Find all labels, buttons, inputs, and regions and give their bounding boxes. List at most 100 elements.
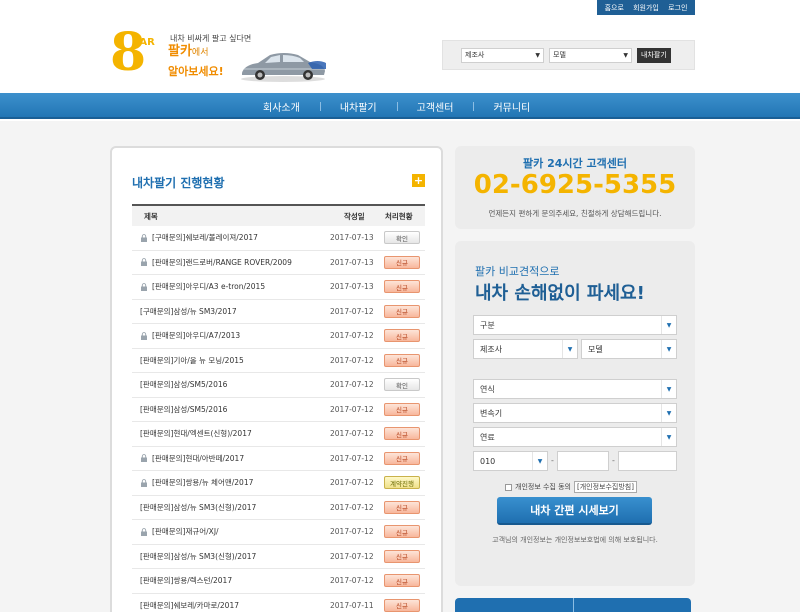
- status-badge: 신규: [384, 500, 420, 514]
- category-select-label: 구분: [480, 320, 495, 330]
- table-row[interactable]: [판매문의]삼성/뉴 SM3(신형)/2017 2017-07-12 신규: [132, 545, 425, 569]
- table-row[interactable]: [판매문의]랜드로버/RANGE ROVER/2009 2017-07-13 신규: [132, 251, 425, 275]
- row-date: 2017-07-12: [330, 576, 374, 586]
- progress-table-header: 제목 작성일 처리현황: [132, 204, 425, 226]
- row-title-text: [판매문의]쌍용/뉴 체어맨/2017: [152, 478, 254, 488]
- row-title[interactable]: [판매문의]쌍용/렉스턴/2017: [140, 575, 232, 586]
- year-select[interactable]: 연식 ▼: [473, 379, 677, 399]
- slogan-line1: 내차 비싸게 팔고 싶다면: [170, 34, 252, 43]
- progress-title: 내차팔기 진행현황: [132, 176, 225, 190]
- model-select-label: 모델: [588, 344, 603, 354]
- more-plus-icon[interactable]: +: [412, 174, 425, 187]
- model-select[interactable]: 모델 ▼: [581, 339, 677, 359]
- table-row[interactable]: [판매문의]삼성/뉴 SM3(신형)/2017 2017-07-12 신규: [132, 496, 425, 520]
- privacy-agree: 개인정보 수집 동의 [개인정보수집방침]: [505, 481, 637, 493]
- transmission-select[interactable]: 변속기 ▼: [473, 403, 677, 423]
- row-title[interactable]: [판매문의]현대/아반떼/2017: [140, 453, 244, 464]
- nav-item-community[interactable]: 커뮤니티: [473, 93, 550, 119]
- status-badge: 신규: [384, 427, 420, 441]
- category-select[interactable]: 구분 ▼: [473, 315, 677, 335]
- callcenter-phone[interactable]: 02-6925-5355: [455, 170, 695, 200]
- maker-select-label: 제조사: [480, 344, 503, 354]
- row-title[interactable]: [판매문의]삼성/SM5/2016: [140, 379, 227, 390]
- transmission-select-label: 변속기: [480, 408, 503, 418]
- estimate-submit-button[interactable]: 내차 간편 시세보기: [497, 497, 652, 525]
- row-title[interactable]: [구매문의]쉐보레/볼레이져/2017: [140, 232, 258, 243]
- chevron-down-icon: ▼: [535, 51, 540, 59]
- row-title-text: [판매문의]아우디/A3 e-tron/2015: [152, 282, 266, 292]
- table-row[interactable]: [판매문의]현대/엑센트(신형)/2017 2017-07-12 신규: [132, 422, 425, 447]
- header-sell-button[interactable]: 내차팔기: [637, 47, 671, 63]
- privacy-agree-checkbox[interactable]: [505, 483, 512, 491]
- row-date: 2017-07-12: [330, 306, 374, 316]
- status-badge: 확인: [384, 378, 420, 392]
- row-date: 2017-07-12: [330, 331, 374, 341]
- table-row[interactable]: [판매문의]쌍용/렉스턴/2017 2017-07-12 신규: [132, 569, 425, 594]
- lock-icon: [141, 233, 147, 242]
- fuel-select[interactable]: 연료 ▼: [473, 427, 677, 447]
- row-title-text: [판매문의]삼성/SM5/2016: [140, 404, 228, 414]
- maker-select[interactable]: 제조사 ▼: [473, 339, 578, 359]
- table-row[interactable]: [판매문의]쉐보레/카마로/2017 2017-07-11 신규: [132, 594, 425, 612]
- privacy-policy-link[interactable]: [개인정보수집방침]: [573, 481, 637, 493]
- phone-last-input[interactable]: [618, 451, 677, 471]
- phone-dash-1: -: [551, 456, 554, 465]
- status-badge: 신규: [384, 549, 420, 563]
- status-badge: 계약진행: [384, 476, 420, 490]
- status-badge: 확인: [384, 231, 420, 245]
- table-row[interactable]: [판매문의]아우디/A3 e-tron/2015 2017-07-13 신규: [132, 275, 425, 300]
- nav-item-sell-car[interactable]: 내차팔기: [319, 93, 397, 119]
- bottom-tabs[interactable]: [455, 598, 691, 612]
- table-row[interactable]: [판매문의]현대/아반떼/2017 2017-07-12 신규: [132, 447, 425, 471]
- row-title[interactable]: [판매문의]기아/올 뉴 모닝/2015: [140, 355, 244, 366]
- header-maker-select[interactable]: 제조사 ▼: [461, 47, 544, 63]
- chevron-down-icon: ▼: [661, 380, 676, 398]
- row-title[interactable]: [판매문의]삼성/뉴 SM3(신형)/2017: [140, 502, 256, 513]
- table-row[interactable]: [판매문의]재규어/XJ/2017-07-12 신규: [132, 520, 425, 545]
- row-title[interactable]: [판매문의]삼성/SM5/2016: [140, 404, 227, 415]
- status-badge: 신규: [384, 280, 420, 294]
- status-badge: 신규: [384, 451, 420, 465]
- logo[interactable]: 8 CAR 내차 비싸게 팔고 싶다면 팔카에서 알아보세요!: [110, 25, 330, 89]
- callcenter-box: 팔카 24시간 고객센터 02-6925-5355 언제든지 편하게 문의주세요…: [455, 146, 695, 229]
- util-login-link[interactable]: 로그인: [668, 3, 687, 13]
- phone-middle-input[interactable]: [557, 451, 609, 471]
- nav-item-customer-center[interactable]: 고객센터: [396, 93, 474, 119]
- main-nav: 회사소개 내차팔기 고객센터 커뮤니티: [0, 93, 800, 119]
- header-model-select[interactable]: 모델 ▼: [549, 47, 632, 63]
- util-home-link[interactable]: 홈으로: [605, 3, 624, 13]
- row-title-text: [판매문의]삼성/SM5/2016: [140, 380, 228, 390]
- callcenter-title: 팔카 24시간 고객센터: [523, 157, 627, 170]
- row-title[interactable]: [판매문의]쌍용/뉴 체어맨/2017: [140, 477, 253, 488]
- row-title-text: [판매문의]쌍용/렉스턴/2017: [140, 576, 233, 586]
- row-title[interactable]: [판매문의]현대/엑센트(신형)/2017: [140, 428, 252, 439]
- util-join-link[interactable]: 회원가입: [633, 3, 659, 13]
- row-title[interactable]: [판매문의]아우디/A3 e-tron/2015: [140, 281, 265, 292]
- row-title[interactable]: [판매문의]재규어/XJ/: [140, 526, 219, 537]
- table-row[interactable]: [판매문의]삼성/SM5/2016 2017-07-12 확인: [132, 373, 425, 398]
- table-row[interactable]: [판매문의]기아/올 뉴 모닝/2015 2017-07-12 신규: [132, 349, 425, 373]
- lock-icon: [141, 478, 147, 487]
- lock-icon: [141, 331, 147, 340]
- table-row[interactable]: [판매문의]쌍용/뉴 체어맨/2017 2017-07-12 계약진행: [132, 471, 425, 496]
- row-title[interactable]: [구매문의]삼성/뉴 SM3/2017: [140, 306, 237, 317]
- table-row[interactable]: [구매문의]쉐보레/볼레이져/2017 2017-07-13 확인: [132, 226, 425, 251]
- status-badge: 신규: [384, 525, 420, 539]
- row-title[interactable]: [판매문의]아우디/A7/2013: [140, 330, 240, 341]
- table-row[interactable]: [판매문의]삼성/SM5/2016 2017-07-12 신규: [132, 398, 425, 422]
- col-status: 처리현황: [385, 211, 413, 221]
- table-row[interactable]: [판매문의]아우디/A7/2013 2017-07-12 신규: [132, 324, 425, 349]
- phone-prefix-select[interactable]: 010 ▼: [473, 451, 548, 471]
- row-date: 2017-07-12: [330, 380, 374, 390]
- nav-item-company[interactable]: 회사소개: [243, 93, 320, 119]
- status-badge: 신규: [384, 304, 420, 318]
- slogan-brand-name: 팔카: [168, 44, 192, 59]
- row-title[interactable]: [판매문의]쉐보레/카마로/2017: [140, 600, 239, 611]
- row-title[interactable]: [판매문의]삼성/뉴 SM3(신형)/2017: [140, 551, 256, 562]
- status-badge: 신규: [384, 402, 420, 416]
- row-date: 2017-07-12: [330, 404, 374, 414]
- callcenter-desc: 언제든지 편하게 문의주세요, 친절하게 상담해드립니다.: [488, 209, 662, 218]
- row-title[interactable]: [판매문의]랜드로버/RANGE ROVER/2009: [140, 257, 292, 268]
- header-car-search: 제조사 ▼ 모델 ▼ 내차팔기: [442, 40, 695, 70]
- table-row[interactable]: [구매문의]삼성/뉴 SM3/2017 2017-07-12 신규: [132, 300, 425, 324]
